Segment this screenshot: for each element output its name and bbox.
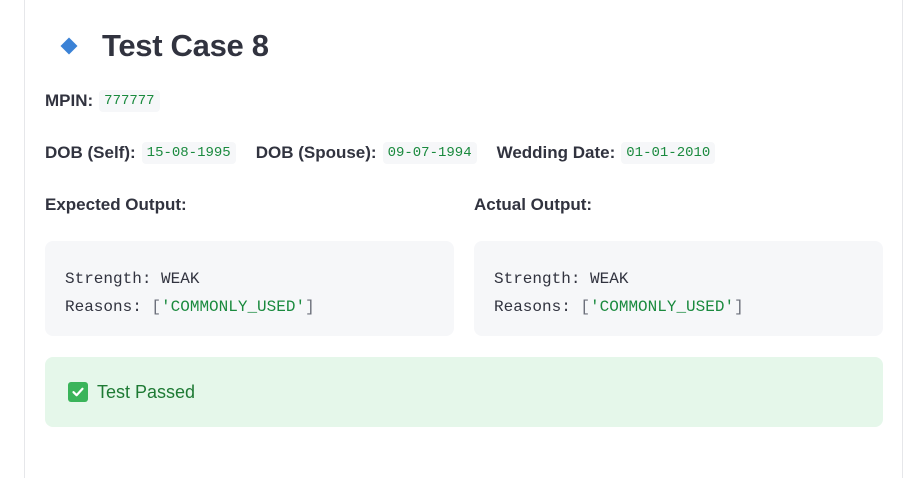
expected-output-code: Strength: WEAK Reasons: ['COMMONLY_USED'… xyxy=(45,241,454,336)
mpin-value: 777777 xyxy=(99,90,160,112)
dob-self-value: 15-08-1995 xyxy=(141,142,236,164)
dob-spouse-label: DOB (Spouse): xyxy=(255,143,377,162)
expected-output-label: Expected Output: xyxy=(45,195,187,214)
actual-output-code: Strength: WEAK Reasons: ['COMMONLY_USED'… xyxy=(474,241,883,336)
wedding-date-label: Wedding Date: xyxy=(496,143,616,162)
test-status-alert: Test Passed xyxy=(45,357,883,427)
reasons-key: Reasons: xyxy=(65,298,142,316)
dates-row: DOB (Self): 15-08-1995 DOB (Spouse): 09-… xyxy=(45,142,716,164)
strength-key: Strength: xyxy=(65,270,152,288)
header: Test Case 8 xyxy=(59,26,269,66)
dob-spouse-value: 09-07-1994 xyxy=(382,142,477,164)
reasons-key: Reasons: xyxy=(494,298,571,316)
mpin-label: MPIN: xyxy=(45,91,94,110)
check-box-icon xyxy=(68,382,88,402)
strength-value: WEAK xyxy=(161,270,200,288)
reasons-value: 'COMMONLY_USED' xyxy=(161,298,306,316)
dob-self-label: DOB (Self): xyxy=(45,143,136,162)
mpin-row: MPIN: 777777 xyxy=(45,90,160,112)
page-title: Test Case 8 xyxy=(102,28,269,63)
diamond-icon xyxy=(60,37,78,55)
strength-value: WEAK xyxy=(590,270,629,288)
actual-output-label: Actual Output: xyxy=(474,195,593,214)
status-text: Test Passed xyxy=(97,381,196,402)
wedding-date-value: 01-01-2010 xyxy=(621,142,716,164)
reasons-value: 'COMMONLY_USED' xyxy=(590,298,735,316)
strength-key: Strength: xyxy=(494,270,581,288)
